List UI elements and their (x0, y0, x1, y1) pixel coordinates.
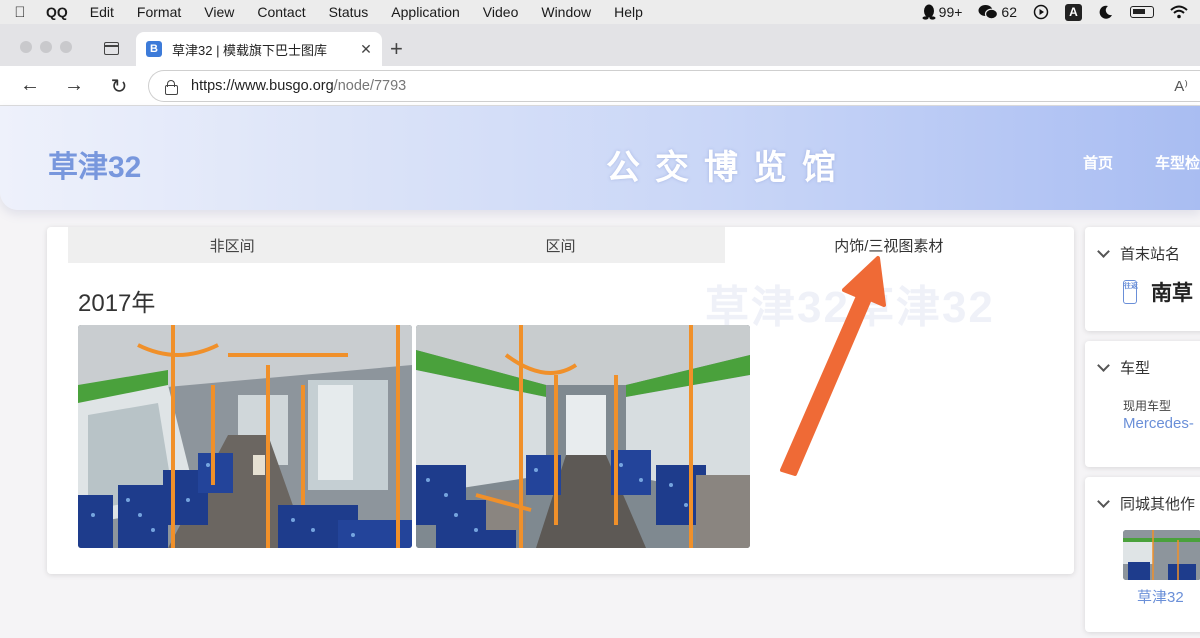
other-bus-thumbnail[interactable] (1123, 530, 1200, 580)
tab-title: 草津32 | 模载旗下巴士图库 (172, 42, 328, 58)
lock-icon[interactable] (165, 79, 178, 95)
terminal-stop: 往返 南草 (1123, 277, 1193, 307)
others-header[interactable]: 同城其他作 (1097, 493, 1196, 514)
browser-tab-strip: B 草津32 | 模载旗下巴士图库 ✕ + (0, 24, 1200, 66)
gallery-card: 非区间 区间 内饰/三视图素材 草津32草津32 2017年 (47, 227, 1074, 574)
browser-toolbar: ← → ↻ https://www.busgo.org/node/7793 A⁾ (0, 66, 1200, 106)
zoom-window-button[interactable] (60, 41, 72, 53)
browser-tab-active[interactable]: B 草津32 | 模载旗下巴士图库 ✕ (136, 32, 382, 66)
menu-application[interactable]: Application (391, 4, 460, 20)
bus-interior-photo-1[interactable] (78, 325, 412, 548)
menu-window[interactable]: Window (541, 4, 591, 20)
battery-icon[interactable] (1130, 6, 1154, 18)
menubar-status-area: 99+ 62 A (922, 0, 1188, 24)
chevron-down-icon (1097, 494, 1110, 508)
qq-count: 99+ (938, 4, 963, 20)
gallery-tabs: 非区间 区间 内饰/三视图素材 (68, 227, 1053, 263)
year-heading: 2017年 (78, 290, 156, 317)
round-trip-icon: 往返 (1123, 280, 1138, 304)
current-model-label: 现用车型 (1123, 399, 1172, 413)
model-header[interactable]: 车型 (1097, 357, 1151, 378)
bus-interior-photo-2[interactable] (416, 325, 750, 548)
forward-arrow-icon[interactable]: → (62, 74, 86, 97)
menu-app-name[interactable]: QQ (46, 4, 68, 20)
others-title: 同城其他作 (1120, 496, 1196, 513)
model-title: 车型 (1120, 360, 1151, 377)
play-circle-icon[interactable] (1033, 4, 1049, 20)
minimize-window-button[interactable] (40, 41, 52, 53)
site-header: 草津32 公交博览馆 首页 车型检 (0, 106, 1200, 210)
site-title: 公交博览馆 (606, 149, 851, 187)
reload-icon[interactable]: ↻ (107, 74, 131, 99)
site-nav: 首页 车型检 (1083, 152, 1200, 173)
new-tab-plus-icon[interactable]: + (390, 36, 403, 62)
tab-section[interactable]: 区间 (396, 227, 725, 263)
sidebar-toggle-icon[interactable] (104, 42, 119, 55)
wechat-count: 62 (1001, 4, 1017, 20)
chevron-down-icon (1097, 244, 1110, 258)
moon-icon[interactable] (1098, 4, 1114, 20)
sidebar-model-card: 车型 现用车型 Mercedes- (1085, 341, 1200, 467)
site-logo[interactable]: 草津32 (48, 142, 141, 186)
menu-help[interactable]: Help (614, 4, 643, 20)
qq-status[interactable]: 99+ (922, 4, 963, 20)
window-controls (20, 41, 72, 53)
tab-interior-materials[interactable]: 内饰/三视图素材 (724, 227, 1053, 263)
current-model-link[interactable]: Mercedes- (1123, 415, 1194, 432)
menu-video[interactable]: Video (483, 4, 519, 20)
site-favicon-icon: B (146, 41, 162, 57)
back-arrow-icon[interactable]: ← (18, 74, 42, 97)
tab-close-icon[interactable]: ✕ (356, 41, 376, 58)
stops-title: 首末站名 (1120, 246, 1181, 263)
url-host: https://www.busgo.org (191, 78, 334, 94)
stop-name-text: 南草 (1151, 282, 1193, 305)
wechat-status[interactable]: 62 (978, 4, 1017, 20)
menu-view[interactable]: View (204, 4, 234, 20)
sidebar-others-card: 同城其他作 草津32 (1085, 477, 1200, 632)
macos-menubar:  QQ Edit Format View Contact Status App… (0, 0, 1200, 24)
nav-home-link[interactable]: 首页 (1083, 152, 1113, 173)
chevron-down-icon (1097, 358, 1110, 372)
menu-format[interactable]: Format (137, 4, 181, 20)
stops-header[interactable]: 首末站名 (1097, 243, 1181, 264)
read-aloud-icon[interactable]: A⁾ (1174, 77, 1188, 95)
menu-status[interactable]: Status (329, 4, 369, 20)
sidebar-stops-card: 首末站名 往返 南草 (1085, 227, 1200, 331)
menu-contact[interactable]: Contact (257, 4, 305, 20)
close-window-button[interactable] (20, 41, 32, 53)
wechat-icon (978, 5, 999, 20)
menu-edit[interactable]: Edit (90, 4, 114, 20)
address-bar[interactable]: https://www.busgo.org/node/7793 A⁾ (148, 70, 1200, 102)
nav-models-link[interactable]: 车型检 (1155, 152, 1200, 173)
thumbnail-caption[interactable]: 草津32 (1137, 586, 1184, 607)
qq-penguin-icon (922, 4, 936, 20)
url-path: /node/7793 (333, 78, 407, 94)
wifi-icon[interactable] (1170, 5, 1188, 19)
input-method-icon[interactable]: A (1065, 3, 1082, 21)
tab-non-section[interactable]: 非区间 (68, 227, 397, 263)
apple-icon[interactable]:  (0, 4, 40, 21)
